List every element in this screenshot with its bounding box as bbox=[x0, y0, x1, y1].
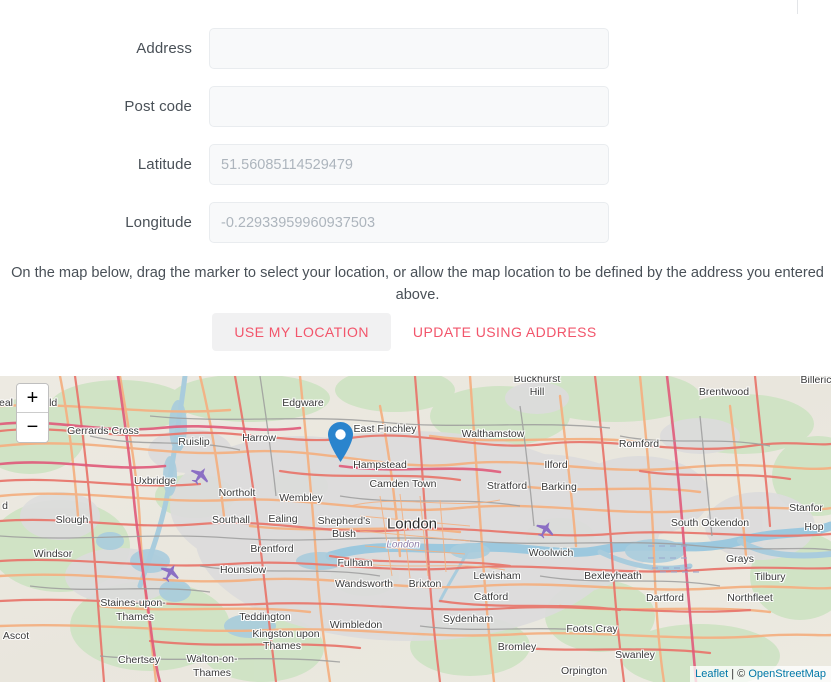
form-row-longitude: Longitude bbox=[0, 202, 831, 243]
form-row-address: Address bbox=[0, 28, 831, 69]
address-input[interactable] bbox=[209, 28, 609, 69]
openstreetmap-link[interactable]: OpenStreetMap bbox=[748, 668, 826, 680]
location-form: Address Post code Latitude Longitude bbox=[0, 0, 831, 260]
zoom-out-button[interactable]: − bbox=[17, 413, 48, 442]
location-marker[interactable] bbox=[328, 422, 353, 462]
map-tiles bbox=[0, 376, 831, 682]
use-my-location-button[interactable]: USE MY LOCATION bbox=[212, 313, 391, 351]
latitude-input[interactable] bbox=[209, 144, 609, 185]
address-label: Address bbox=[136, 39, 192, 57]
longitude-label: Longitude bbox=[125, 213, 192, 231]
form-row-postcode: Post code bbox=[0, 86, 831, 127]
update-using-address-button[interactable]: UPDATE USING ADDRESS bbox=[391, 313, 619, 351]
zoom-control[interactable]: + − bbox=[16, 383, 49, 443]
postcode-label: Post code bbox=[124, 97, 192, 115]
zoom-in-button[interactable]: + bbox=[17, 384, 48, 413]
longitude-input[interactable] bbox=[209, 202, 609, 243]
action-button-row: USE MY LOCATION UPDATE USING ADDRESS bbox=[0, 313, 831, 351]
leaflet-link[interactable]: Leaflet bbox=[695, 668, 728, 680]
map-instructions: On the map below, drag the marker to sel… bbox=[11, 265, 824, 303]
latitude-label: Latitude bbox=[137, 155, 192, 173]
leaflet-map[interactable]: Edgware Buckhurst Hill Brentwood Billeric Eas… bbox=[0, 376, 831, 682]
copyright-symbol: © bbox=[737, 668, 749, 680]
form-row-latitude: Latitude bbox=[0, 144, 831, 185]
attribution-separator: | bbox=[728, 668, 738, 680]
map-attribution: Leaflet | © OpenStreetMap bbox=[690, 666, 831, 682]
postcode-input[interactable] bbox=[209, 86, 609, 127]
